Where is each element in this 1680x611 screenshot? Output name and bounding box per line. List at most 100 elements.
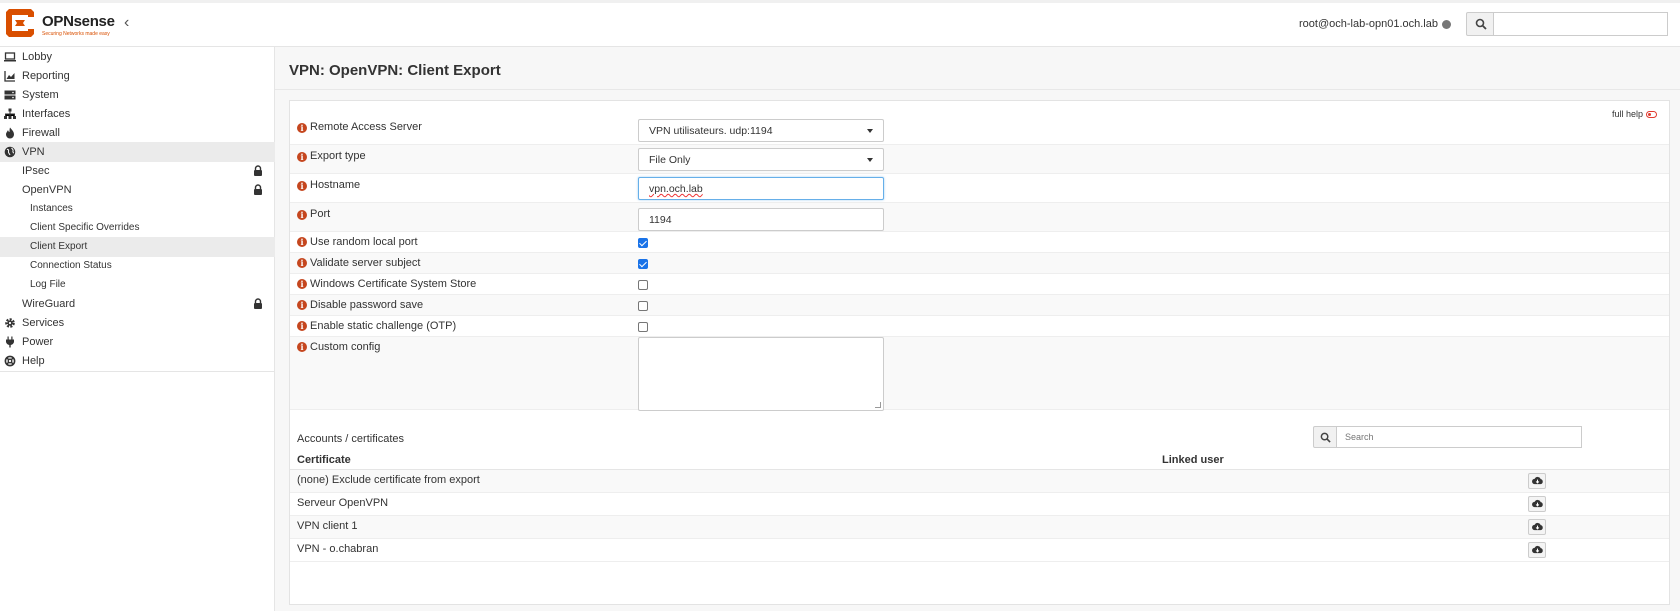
hostname-input[interactable]: vpn.och.lab — [638, 177, 884, 200]
info-icon[interactable]: i — [297, 237, 307, 247]
sidebar-item-openvpn[interactable]: OpenVPN — [0, 180, 275, 200]
sidebar-item-reporting[interactable]: Reporting — [0, 66, 275, 86]
page-title: VPN: OpenVPN: Client Export — [289, 62, 501, 79]
disable-password-save-checkbox[interactable] — [638, 301, 648, 311]
form-row-hostname: i Hostname vpn.och.lab — [290, 174, 1669, 203]
grid-search-button[interactable] — [1313, 426, 1337, 448]
sidebar-item-instances[interactable]: Instances — [0, 199, 275, 219]
field-label: Export type — [310, 150, 366, 162]
collapse-sidebar-chevron-icon[interactable]: ‹ — [124, 15, 129, 31]
plug-icon — [6, 336, 14, 348]
top-border — [0, 0, 1680, 3]
top-search-button[interactable] — [1466, 12, 1494, 36]
sidebar-item-services[interactable]: Services — [0, 313, 275, 333]
lock-icon — [254, 165, 262, 176]
sidebar-item-log-file[interactable]: Log File — [0, 275, 275, 295]
caret-down-icon — [867, 129, 873, 133]
remote-access-server-select[interactable]: VPN utilisateurs. udp:1194 — [638, 119, 884, 142]
chart-icon — [4, 71, 15, 82]
form-row-custom-config: i Custom config — [290, 337, 1669, 411]
field-label: Custom config — [310, 341, 381, 353]
server-icon — [4, 90, 16, 100]
sidebar-item-interfaces[interactable]: Interfaces — [0, 104, 275, 124]
sidebar-item-label: VPN — [22, 146, 45, 158]
field-label: Hostname — [310, 179, 361, 191]
info-icon[interactable]: i — [297, 279, 307, 289]
accounts-section-title: Accounts / certificates — [297, 433, 404, 445]
select-value: File Only — [649, 154, 691, 166]
top-search-input[interactable] — [1494, 12, 1668, 36]
table-row: (none) Exclude certificate from export — [290, 470, 1669, 493]
sidebar-item-help[interactable]: Help — [0, 351, 275, 371]
sidebar-item-vpn[interactable]: VPN — [0, 142, 275, 162]
static-challenge-checkbox[interactable] — [638, 322, 648, 332]
info-icon[interactable]: i — [297, 123, 307, 133]
sidebar-item-system[interactable]: System — [0, 85, 275, 105]
form-row-static-challenge: i Enable static challenge (OTP) — [290, 316, 1669, 337]
sidebar-item-client-export[interactable]: Client Export — [0, 237, 275, 257]
field-label: Remote Access Server — [310, 121, 422, 133]
form-row-disable-password-save: i Disable password save — [290, 295, 1669, 316]
brand-name: OPNsense — [42, 13, 115, 30]
sidebar-item-ipsec[interactable]: IPsec — [0, 161, 275, 181]
search-icon — [1475, 18, 1487, 30]
info-icon[interactable]: i — [297, 210, 307, 220]
download-button[interactable] — [1528, 473, 1546, 489]
sidebar-item-label: OpenVPN — [22, 184, 72, 196]
grid-search-input[interactable]: Search — [1337, 426, 1582, 448]
input-value: vpn.och.lab — [649, 183, 703, 195]
sidebar-item-power[interactable]: Power — [0, 332, 275, 352]
download-button[interactable] — [1528, 542, 1546, 558]
field-label: Port — [310, 208, 331, 220]
certificate-cell: VPN - o.chabran — [297, 543, 379, 555]
sidebar-item-client-specific-overrides[interactable]: Client Specific Overrides — [0, 218, 275, 238]
sidebar-item-label: Instances — [30, 203, 73, 214]
sitemap-icon — [4, 108, 16, 119]
custom-config-textarea[interactable] — [638, 337, 884, 411]
download-button[interactable] — [1528, 519, 1546, 535]
sidebar-item-label: Services — [22, 317, 65, 329]
info-icon[interactable]: i — [297, 342, 307, 352]
sidebar-item-lobby[interactable]: Lobby — [0, 47, 275, 67]
title-divider — [275, 89, 1680, 90]
sidebar-item-label: IPsec — [22, 165, 50, 177]
info-icon[interactable]: i — [297, 181, 307, 191]
export-type-select[interactable]: File Only — [638, 148, 884, 171]
certificate-cell: Serveur OpenVPN — [297, 497, 389, 509]
cloud-download-icon — [1532, 476, 1543, 485]
download-button[interactable] — [1528, 496, 1546, 512]
sidebar-item-label: Interfaces — [22, 108, 71, 120]
info-icon[interactable]: i — [297, 321, 307, 331]
sidebar-item-wireguard[interactable]: WireGuard — [0, 294, 275, 314]
use-random-local-port-checkbox[interactable] — [638, 238, 648, 248]
select-value: VPN utilisateurs. udp:1194 — [649, 125, 773, 137]
status-dot-icon[interactable] — [1442, 20, 1451, 29]
field-label: Use random local port — [310, 236, 418, 248]
resize-grip-icon[interactable] — [875, 402, 881, 408]
sidebar-item-label: Log File — [30, 279, 66, 290]
sidebar-item-label: System — [22, 89, 59, 101]
table-row: VPN - o.chabran — [290, 539, 1669, 562]
port-input[interactable]: 1194 — [638, 208, 884, 231]
info-icon[interactable]: i — [297, 258, 307, 268]
field-label: Windows Certificate System Store — [310, 278, 477, 290]
column-header-linked-user[interactable]: Linked user — [1162, 454, 1224, 466]
sidebar-item-firewall[interactable]: Firewall — [0, 123, 275, 143]
sidebar-item-label: Power — [22, 336, 54, 348]
opnsense-logo[interactable]: OPNsense Securing Networks made easy — [4, 7, 134, 41]
info-icon[interactable]: i — [297, 152, 307, 162]
sidebar-item-connection-status[interactable]: Connection Status — [0, 256, 275, 276]
search-icon — [1320, 432, 1331, 443]
windows-cert-store-checkbox[interactable] — [638, 280, 648, 290]
cloud-download-icon — [1532, 499, 1543, 508]
opnsense-logo-icon — [6, 9, 34, 37]
lock-icon — [254, 184, 262, 195]
user-account[interactable]: root@och-lab-opn01.och.lab — [1299, 18, 1438, 30]
brand-tagline: Securing Networks made easy — [42, 31, 110, 37]
validate-server-subject-checkbox[interactable] — [638, 259, 648, 269]
form-row-port: i Port 1194 — [290, 203, 1669, 232]
column-header-certificate[interactable]: Certificate — [297, 454, 351, 466]
client-export-panel: full help i Remote Access Server VPN uti… — [289, 100, 1670, 605]
info-icon[interactable]: i — [297, 300, 307, 310]
grid-header: Certificate Linked user — [290, 450, 1669, 470]
